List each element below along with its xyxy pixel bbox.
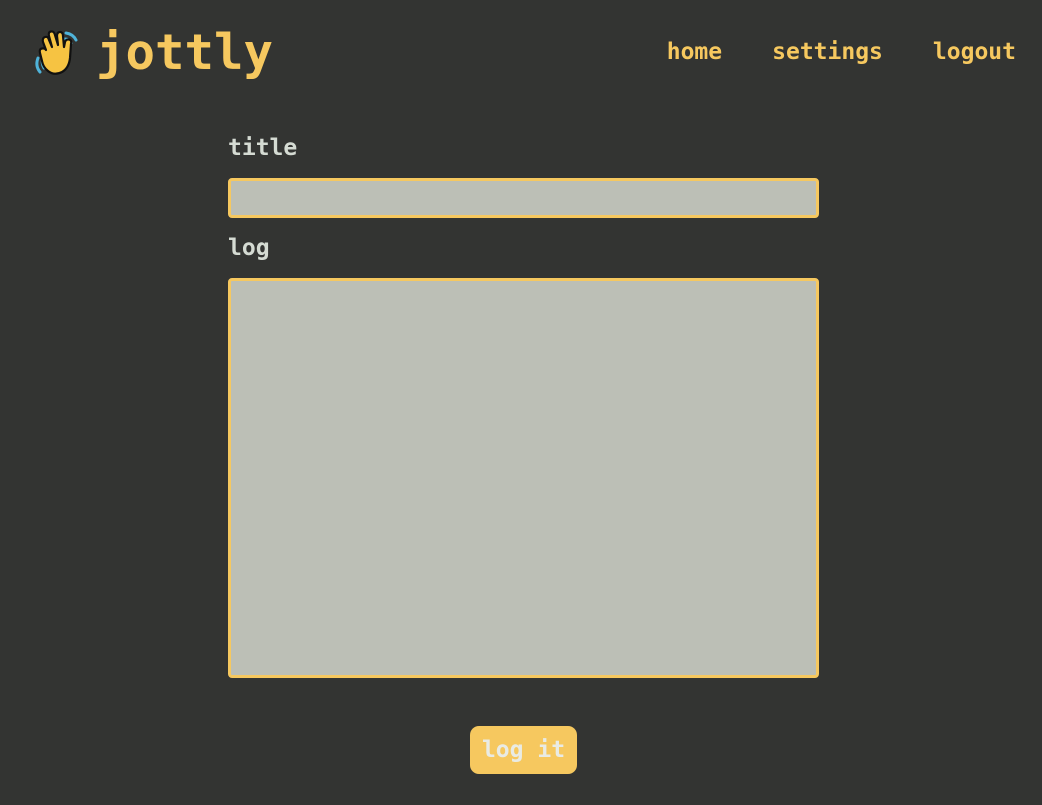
nav-logout-link[interactable]: logout (933, 37, 1016, 67)
log-it-button[interactable]: log it (470, 726, 577, 774)
title-label: title (228, 135, 298, 161)
logo[interactable]: jottly (32, 26, 273, 80)
log-textarea[interactable] (228, 278, 819, 678)
log-label: log (228, 235, 270, 261)
nav-settings-link[interactable]: settings (772, 37, 883, 67)
nav-home-link[interactable]: home (667, 37, 722, 67)
top-nav: home settings logout (667, 37, 1016, 67)
waving-hand-icon (35, 30, 78, 75)
app-header: jottly home settings logout (0, 0, 1042, 110)
brand-name: jottly (96, 24, 274, 81)
title-input[interactable] (228, 178, 819, 218)
